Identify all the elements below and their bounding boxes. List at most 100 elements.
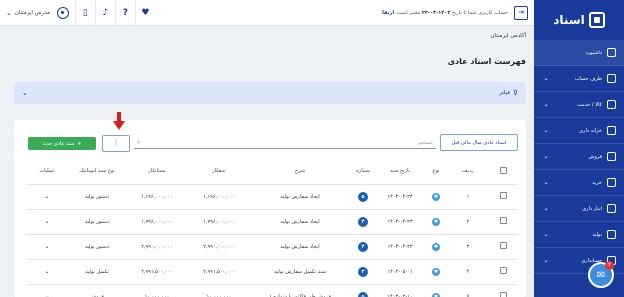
chevron-down-icon: ⌄ [6, 8, 12, 17]
cell-date: ۱۴۰۳-۰۴-۲۳ [376, 184, 424, 210]
chevron-down-icon: ⌄ [543, 127, 549, 134]
row-checkbox[interactable] [499, 292, 507, 297]
previous-year-documents-button[interactable]: اسناد عادی سال مالی قبل [440, 134, 518, 151]
app-logo[interactable]: اسناد [534, 0, 624, 40]
breadcrumb[interactable]: آکادمی ایرمنتان [490, 33, 526, 39]
cell-credit: ۱۰,۰۰۰,۰۰۰ [126, 284, 188, 297]
table-header-row: عملیات نوع سند اتوماتیک بستانکار بدهکار … [26, 160, 518, 185]
header-debit[interactable]: بدهکار [188, 160, 250, 185]
cell-row-no: ۱ [448, 184, 488, 210]
header-type[interactable]: نوع [424, 160, 448, 185]
page-title: فهرست اسناد عادی [447, 57, 526, 66]
warehouse-icon [607, 204, 616, 213]
cell-auto-type: دستور تولید [68, 209, 126, 235]
cell-debit: ۲,۹۹۰,۰۰۰,۰۰۰ [188, 234, 250, 260]
cell-date: ۱۴۰۳-۰۴-۱۰ [376, 284, 424, 297]
filter-icon: ⊽ [512, 89, 518, 97]
header-row-no[interactable]: ردیف [448, 160, 488, 185]
sidebar-item-purchase[interactable]: ⌄ خرید [534, 170, 624, 196]
table-row[interactable]: ⌄ تکمیل تولید ۲,۹۹۱,۵۰۰,۰۰۰ ۲,۹۹۱,۵۰۰,۰۰… [26, 259, 518, 285]
cell-description: سند تکمیل سفارش تولید [250, 259, 350, 285]
help-icon[interactable]: ? [114, 0, 135, 26]
cell-debit: ۱,۱۹۶,۰۰۰,۰۰۰ [188, 184, 250, 210]
auto-document-icon: ✱ [432, 267, 440, 276]
sidebar-item-label: خرید [592, 179, 602, 186]
chevron-down-icon: ⌄ [543, 179, 549, 186]
header-credit[interactable]: بستانکار [126, 160, 188, 185]
red-arrow-indicator [113, 112, 125, 132]
chevron-down-icon[interactable]: ⌄ [44, 268, 49, 275]
mobile-icon[interactable]: ▯ [74, 0, 95, 26]
auto-document-icon: ✱ [432, 292, 440, 297]
heart-icon[interactable]: ♥ [134, 0, 155, 26]
table-row[interactable]: ⌄ دستور تولید ۱,۷۹۶,۰۰۰,۰۰۰ ۱,۷۹۶,۰۰۰,۰۰… [26, 209, 518, 235]
more-options-button[interactable]: ⋮ [102, 135, 130, 152]
cell-row-no: ۵ [448, 284, 488, 297]
auto-document-icon: ✱ [432, 192, 440, 201]
filter-bar[interactable]: ⌄ فیلتر ⊽ [14, 82, 526, 104]
sidebar-toggle-icon[interactable]: ⇥ [514, 5, 528, 20]
chevron-down-icon[interactable]: ⌄ [44, 193, 49, 200]
auto-document-icon: ✱ [432, 242, 440, 251]
plus-icon: + [77, 140, 82, 147]
bell-icon[interactable]: ♪ [94, 0, 115, 26]
cell-auto-type: فروش [68, 284, 126, 297]
sidebar-item-warehouse[interactable]: ⌄ انبار داری [534, 196, 624, 222]
toolbar: سند عادی جدید + ⋮ ⚲ جستجو اسناد عادی سال… [14, 112, 526, 152]
row-checkbox[interactable] [499, 192, 507, 199]
table-row[interactable]: ⌄ فروش ۱۰,۰۰۰,۰۰۰ ۱۰,۰۰۰,۰۰۰ فروش طی فاک… [26, 284, 518, 297]
notification-badge: ۴ [605, 261, 614, 270]
row-checkbox[interactable] [499, 217, 507, 224]
cell-row-no: ۳ [448, 234, 488, 260]
sidebar-item-products[interactable]: ⌄ کالا / خدمت [534, 92, 624, 118]
cell-description: فروش طی فاکتور با شماره ۱ [250, 284, 350, 297]
cell-description: ایجاد سفارش تولید [250, 209, 350, 235]
new-document-button[interactable]: سند عادی جدید + [28, 137, 96, 150]
school-selector[interactable]: ⌄ مدرس ایرمنتان [0, 6, 75, 19]
cell-description: ایجاد سفارش تولید [250, 234, 350, 260]
auto-document-icon: ✱ [432, 217, 440, 226]
sidebar-item-production[interactable]: ⌄ تولید [534, 222, 624, 248]
header-number[interactable]: شماره [350, 160, 376, 185]
logo-text: اسناد [553, 13, 585, 27]
table-row[interactable]: ⌄ دستور تولید ۲,۹۹۰,۰۰۰,۰۰۰ ۲,۹۹۰,۰۰۰,۰۰… [26, 234, 518, 260]
header-date[interactable]: تاریخ سند [376, 160, 424, 185]
sidebar-item-label: خزانه داری [579, 127, 602, 134]
header-auto-type[interactable]: نوع سند اتوماتیک [68, 160, 126, 185]
sidebar-item-treasury[interactable]: ⌄ خزانه داری [534, 118, 624, 144]
cell-description: ایجاد سفارش تولید [250, 184, 350, 210]
search-input[interactable]: ⚲ جستجو [134, 137, 436, 149]
sidebar-item-accounts[interactable]: ⌄ طرف حساب [534, 66, 624, 92]
cell-debit: ۲,۹۹۱,۵۰۰,۰۰۰ [188, 259, 250, 285]
row-checkbox[interactable] [499, 267, 507, 274]
search-icon: ⚲ [137, 139, 141, 146]
select-all-checkbox[interactable] [488, 160, 518, 185]
documents-table: عملیات نوع سند اتوماتیک بستانکار بدهکار … [26, 160, 518, 297]
account-expiry-date: ۱۴۰۳-۰۴-۲۳ [421, 9, 451, 16]
upgrade-link[interactable]: ارتقا [382, 10, 394, 16]
purchase-icon [607, 178, 616, 187]
chevron-down-icon[interactable]: ⌄ [44, 218, 49, 225]
chevron-down-icon[interactable]: ⌄ [44, 293, 49, 297]
chevron-down-icon: ⌄ [543, 153, 549, 160]
document-number-badge: ۵ [358, 291, 368, 297]
cell-debit: ۱۰,۰۰۰,۰۰۰ [188, 284, 250, 297]
chat-support-button[interactable]: ✉ ۴ [588, 261, 614, 288]
cell-auto-type: دستور تولید [68, 184, 126, 210]
chevron-down-icon[interactable]: ⌄ [44, 243, 49, 250]
document-number-badge: ۴ [358, 216, 368, 227]
cell-row-no: ۲ [448, 209, 488, 235]
row-checkbox[interactable] [499, 242, 507, 249]
chevron-down-icon: ⌄ [543, 231, 549, 238]
cell-row-no: ۴ [448, 259, 488, 285]
sidebar-item-sales[interactable]: ⌄ فروش [534, 144, 624, 170]
sidebar-item-dashboard[interactable]: داشبورد [534, 40, 624, 66]
header-description[interactable]: شرح [250, 160, 350, 185]
cell-credit: ۲,۹۹۰,۰۰۰,۰۰۰ [126, 234, 188, 260]
table-row[interactable]: ⌄ دستور تولید ۱,۱۹۶,۰۰۰,۰۰۰ ۱,۱۹۶,۰۰۰,۰۰… [26, 184, 518, 210]
sidebar-item-label: طرف حساب [574, 75, 602, 82]
top-bar: ⌄ مدرس ایرمنتان ▯ ♪ ? ♥ حساب کاربری شما … [0, 0, 534, 26]
cell-credit: ۱,۱۹۶,۰۰۰,۰۰۰ [126, 184, 188, 210]
filter-label: فیلتر [499, 90, 510, 96]
production-icon [607, 230, 616, 239]
